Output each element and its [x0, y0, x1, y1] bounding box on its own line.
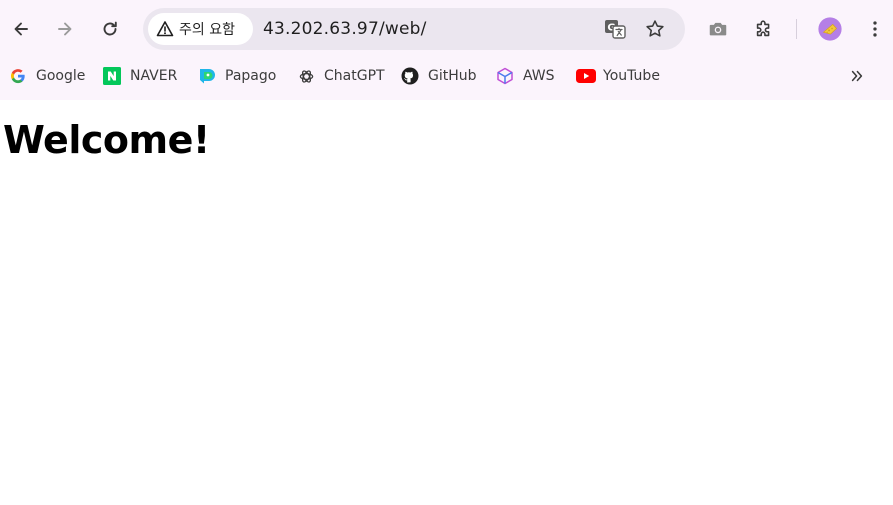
toolbar-separator: [796, 19, 797, 39]
bookmark-label: Papago: [225, 68, 277, 84]
bookmark-chatgpt[interactable]: ChatGPT: [297, 66, 385, 86]
reload-icon: [103, 21, 117, 36]
browser-window: 주의 요함 43.202.63.97/web/ G Google NAVER P…: [0, 0, 893, 505]
star-icon: [646, 20, 664, 37]
chatgpt-icon: [297, 67, 315, 85]
translate-icon: G: [605, 20, 626, 39]
profile-button[interactable]: [816, 15, 844, 43]
browser-toolbar: 주의 요함 43.202.63.97/web/ G: [0, 0, 893, 58]
google-icon: [9, 67, 27, 85]
warning-triangle-icon: [156, 21, 174, 37]
menu-button[interactable]: [861, 15, 889, 43]
arrow-right-icon: [58, 22, 72, 36]
forward-button[interactable]: [50, 14, 80, 44]
arrow-left-icon: [14, 22, 28, 36]
bookmark-label: AWS: [523, 68, 555, 84]
youtube-icon: [576, 67, 596, 85]
avatar: [818, 17, 842, 41]
back-button[interactable]: [6, 14, 36, 44]
papago-icon: [198, 67, 216, 85]
reload-button[interactable]: [95, 14, 125, 44]
puzzle-icon: [756, 20, 770, 37]
screenshot-button[interactable]: [704, 15, 732, 43]
bookmark-label: ChatGPT: [324, 68, 385, 84]
bookmark-star-button[interactable]: [643, 17, 667, 41]
bookmark-aws[interactable]: AWS: [496, 66, 555, 86]
address-bar[interactable]: 주의 요함 43.202.63.97/web/ G: [143, 8, 685, 50]
bookmark-github[interactable]: GitHub: [401, 66, 477, 86]
kebab-menu-icon: [873, 21, 877, 37]
extensions-button[interactable]: [750, 15, 778, 43]
page-content: Welcome!: [0, 100, 893, 505]
bookmark-google[interactable]: Google: [9, 66, 85, 86]
bookmark-papago[interactable]: Papago: [198, 66, 276, 86]
more-bookmarks-button[interactable]: [846, 65, 868, 87]
camera-icon: [709, 22, 727, 36]
double-chevron-right-icon: [851, 70, 863, 82]
bookmark-label: GitHub: [428, 68, 477, 84]
bookmark-label: YouTube: [603, 68, 660, 84]
aws-icon: [496, 67, 514, 85]
github-icon: [401, 67, 419, 85]
bookmark-label: Google: [36, 68, 86, 84]
url-text[interactable]: 43.202.63.97/web/: [263, 19, 427, 39]
bookmark-naver[interactable]: NAVER: [103, 66, 177, 86]
bookmark-label: NAVER: [130, 68, 178, 84]
naver-icon: [103, 67, 121, 85]
page-heading: Welcome!: [3, 118, 210, 162]
security-chip[interactable]: 주의 요함: [148, 13, 253, 45]
bookmarks-bar: Google NAVER Papago ChatGPT GitHub AWS Y…: [0, 58, 893, 100]
bookmark-youtube[interactable]: YouTube: [576, 66, 660, 86]
security-chip-label: 주의 요함: [179, 22, 235, 38]
translate-button[interactable]: G: [603, 17, 627, 41]
